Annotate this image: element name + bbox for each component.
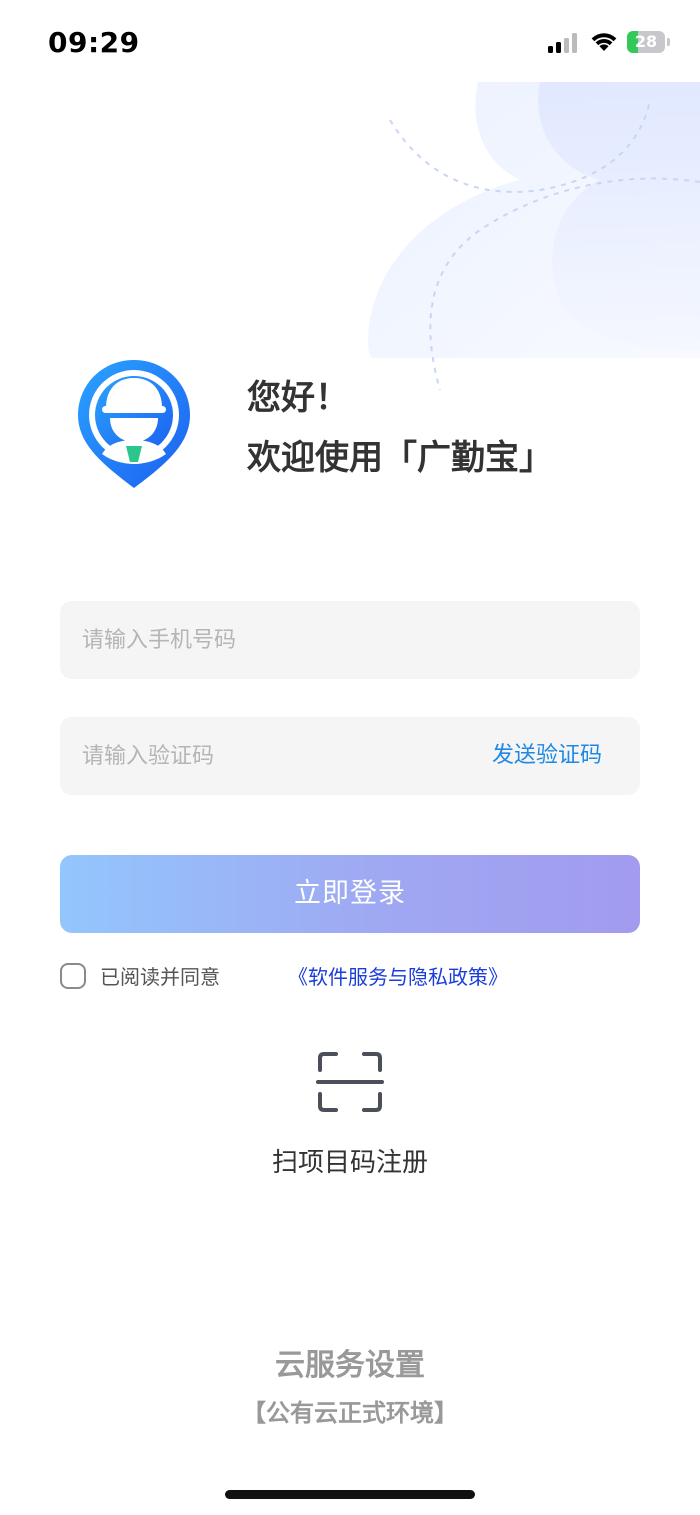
battery-cap: [667, 38, 670, 46]
home-indicator: [225, 1490, 475, 1499]
cloud-settings-button[interactable]: 云服务设置: [150, 1344, 550, 1388]
status-time: 09:29: [48, 26, 140, 59]
battery-indicator: 28: [627, 31, 671, 53]
welcome-title: 欢迎使用「广勤宝」: [247, 438, 553, 478]
scan-register-label[interactable]: 扫项目码注册: [200, 1145, 500, 1181]
phone-input[interactable]: [82, 601, 612, 679]
greeting-title: 您好！: [247, 378, 349, 418]
agreement-checkbox[interactable]: [60, 963, 86, 989]
phone-field: [60, 601, 640, 679]
agreement-text: 已阅读并同意: [100, 965, 220, 989]
send-code-button[interactable]: 发送验证码: [492, 717, 602, 795]
verification-code-input[interactable]: [82, 717, 442, 795]
login-button[interactable]: 立即登录: [60, 855, 640, 933]
battery-body: 28: [627, 31, 665, 53]
wifi-icon: [591, 33, 617, 51]
privacy-policy-link[interactable]: 《软件服务与隐私政策》: [288, 962, 508, 992]
battery-percent: 28: [634, 32, 658, 51]
cellular-signal-icon: [548, 33, 577, 53]
cloud-environment-label: 【公有云正式环境】: [242, 1399, 458, 1427]
scan-code-icon[interactable]: [316, 1050, 384, 1114]
app-logo-icon: [78, 360, 190, 488]
verification-code-field: 发送验证码: [60, 717, 640, 795]
status-bar: 09:29 28: [0, 0, 700, 82]
